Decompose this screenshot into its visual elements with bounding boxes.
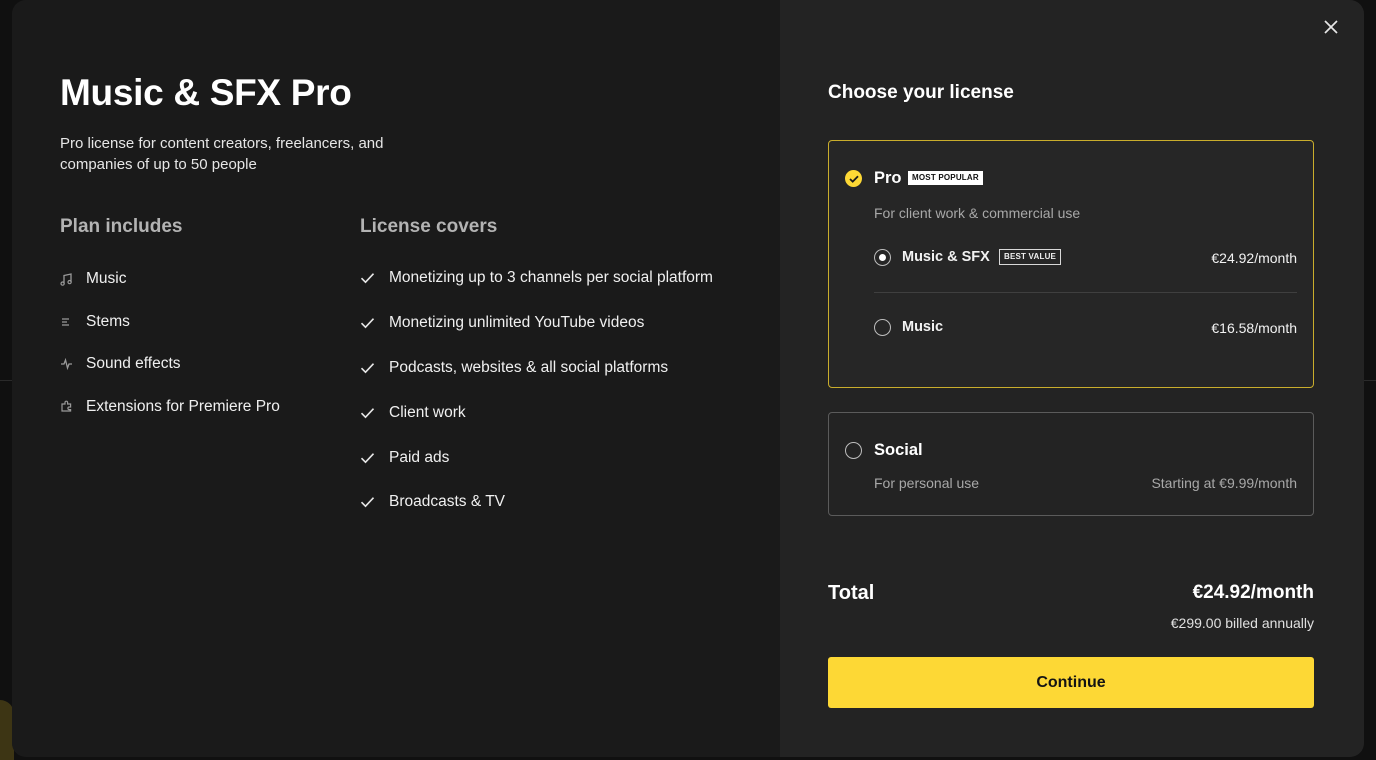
- license-selection-panel: Choose your license Pro MOST POPULAR For…: [780, 0, 1364, 757]
- selected-check-icon: [845, 170, 862, 187]
- continue-button[interactable]: Continue: [828, 657, 1314, 708]
- close-button[interactable]: [1320, 16, 1342, 38]
- most-popular-badge: MOST POPULAR: [908, 171, 983, 185]
- pro-card-description: For client work & commercial use: [874, 205, 1081, 221]
- total-label: Total: [828, 582, 875, 604]
- social-card-description: For personal use: [874, 475, 980, 491]
- sparkle-icon: [60, 358, 86, 371]
- license-cover-item: Monetizing unlimited YouTube videos: [360, 301, 713, 346]
- plan-item-label: Sound effects: [86, 355, 181, 373]
- option-label: Music & SFX: [902, 249, 990, 265]
- pro-license-card[interactable]: Pro MOST POPULAR For client work & comme…: [828, 140, 1314, 388]
- modal-title: Music & SFX Pro: [60, 72, 352, 113]
- option-label: Music: [902, 319, 944, 335]
- social-card-title: Social: [874, 441, 923, 459]
- license-cover-label: Broadcasts & TV: [389, 493, 506, 511]
- total-price: €24.92/month: [1192, 582, 1314, 603]
- modal-subtitle: Pro license for content creators, freela…: [60, 135, 384, 173]
- plan-includes-list: Music Stems Sound effects Extensions for…: [60, 258, 280, 428]
- license-modal: Music & SFX Pro Pro license for content …: [12, 0, 1364, 757]
- plan-item-label: Stems: [86, 312, 130, 330]
- backdrop-divider-left: [0, 380, 12, 381]
- checkmark-icon: [360, 452, 389, 464]
- checkmark-icon: [360, 317, 389, 329]
- license-cover-label: Paid ads: [389, 448, 450, 466]
- best-value-badge: BEST VALUE: [999, 249, 1062, 265]
- checkmark-icon: [360, 496, 389, 508]
- backdrop-divider-right: [1364, 380, 1376, 381]
- plan-item-label: Music: [86, 270, 127, 288]
- license-cover-item: Client work: [360, 390, 713, 435]
- license-cover-label: Monetizing unlimited YouTube videos: [389, 314, 645, 332]
- billed-annually-text: €299.00 billed annually: [1170, 615, 1314, 631]
- plan-details-panel: Music & SFX Pro Pro license for content …: [12, 0, 780, 757]
- option-price: €16.58/month: [1211, 320, 1297, 336]
- license-covers-list: Monetizing up to 3 channels per social p…: [360, 256, 713, 525]
- checkmark-icon: [360, 362, 389, 374]
- plan-item: Stems: [60, 301, 280, 344]
- music-note-icon: [60, 272, 86, 286]
- license-cover-label: Podcasts, websites & all social platform…: [389, 358, 669, 376]
- pro-card-title: Pro: [874, 169, 902, 187]
- radio-music[interactable]: [874, 319, 891, 336]
- option-divider: [874, 292, 1297, 293]
- stems-icon: [60, 316, 86, 328]
- radio-music-sfx[interactable]: [874, 249, 891, 266]
- social-license-card[interactable]: Social For personal use Starting at €9.9…: [828, 412, 1314, 516]
- plan-item: Extensions for Premiere Pro: [60, 386, 280, 429]
- option-price: €24.92/month: [1211, 250, 1297, 266]
- license-cover-item: Paid ads: [360, 435, 713, 480]
- checkmark-icon: [360, 407, 389, 419]
- plan-item: Sound effects: [60, 343, 280, 386]
- choose-license-heading: Choose your license: [828, 82, 1014, 103]
- extension-icon: [60, 400, 86, 413]
- license-cover-item: Podcasts, websites & all social platform…: [360, 346, 713, 391]
- social-card-price: Starting at €9.99/month: [1151, 475, 1297, 491]
- license-cover-label: Client work: [389, 403, 466, 421]
- plan-item: Music: [60, 258, 280, 301]
- license-cover-item: Broadcasts & TV: [360, 480, 713, 525]
- checkmark-icon: [360, 272, 389, 284]
- license-cover-item: Monetizing up to 3 channels per social p…: [360, 256, 713, 301]
- close-icon: [1324, 20, 1338, 34]
- plan-item-label: Extensions for Premiere Pro: [86, 397, 280, 415]
- plan-includes-heading: Plan includes: [60, 216, 183, 237]
- license-cover-label: Monetizing up to 3 channels per social p…: [389, 269, 713, 287]
- radio-social[interactable]: [845, 442, 862, 459]
- license-covers-heading: License covers: [360, 216, 498, 237]
